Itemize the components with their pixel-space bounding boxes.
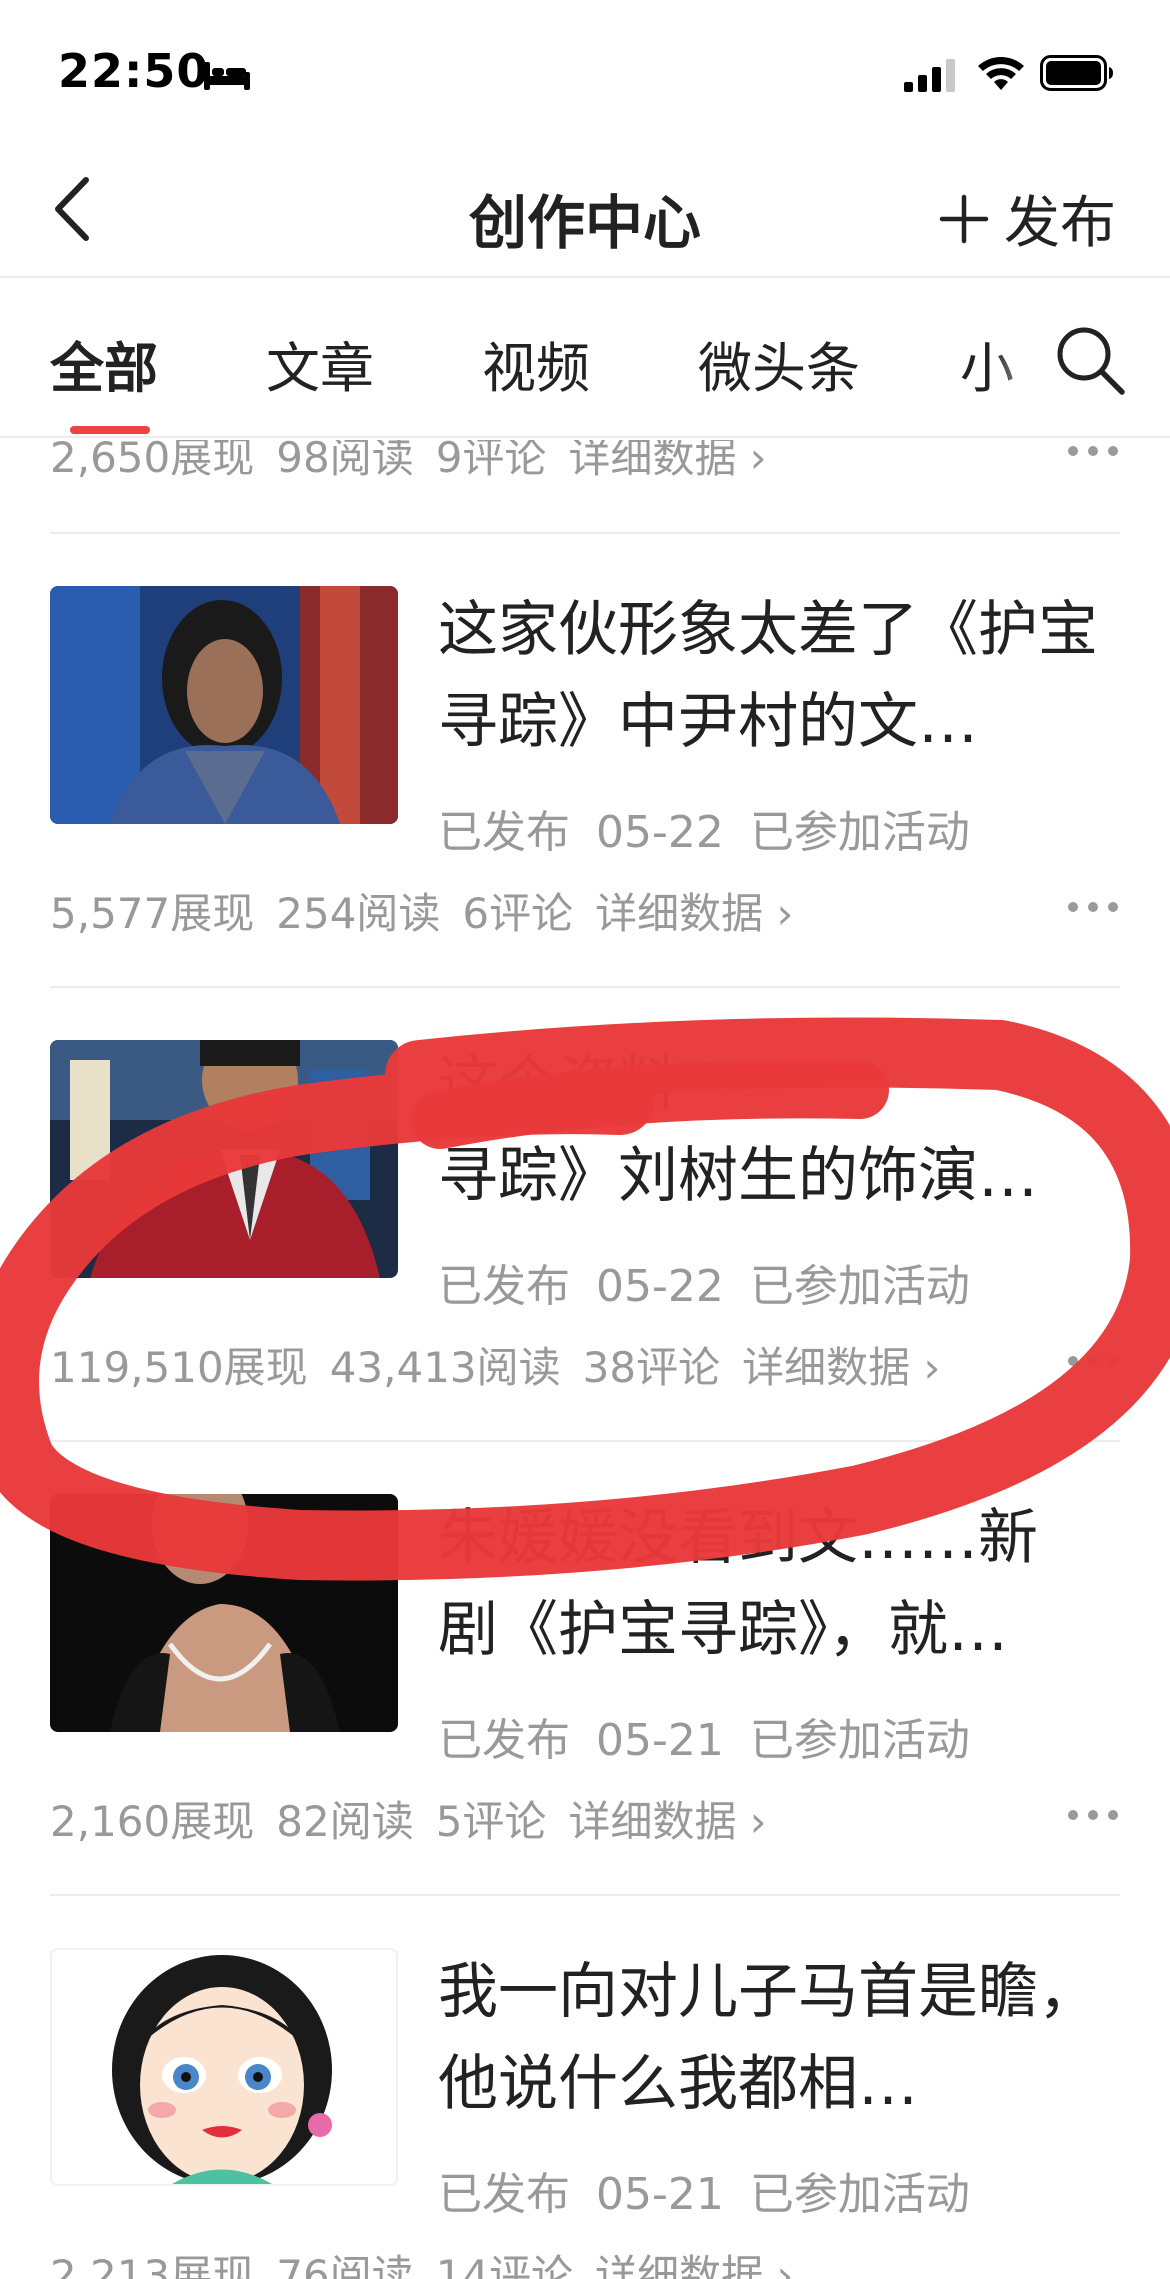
article-meta: 已发布 05-22 已参加活动 (438, 796, 996, 860)
views-count: 2,213展现 (50, 2251, 255, 2279)
tab-fade-overlay (990, 280, 1060, 436)
detail-data-link[interactable]: 详细数据 › (568, 440, 766, 482)
comments-count: 5评论 (435, 1797, 547, 1846)
reads-count: 76阅读 (276, 2251, 414, 2279)
tab-micro-headlines[interactable]: 微头条 (698, 324, 860, 403)
tab-all[interactable]: 全部 (50, 324, 158, 403)
activity-status: 已参加活动 (749, 807, 970, 858)
publish-status: 已发布 (438, 1261, 570, 1312)
activity-status: 已参加活动 (749, 1715, 970, 1766)
publish-date: 05-22 (596, 1261, 724, 1312)
tab-articles[interactable]: 文章 (266, 324, 374, 403)
title-line-2: 剧《护宝寻踪》，就… (438, 1595, 1008, 1665)
title-line-obscured: 这个资料 (438, 1049, 678, 1119)
activity-status: 已参加活动 (749, 2169, 970, 2220)
reads-count: 254阅读 (276, 889, 441, 938)
article-thumbnail[interactable] (50, 1494, 398, 1732)
article-title[interactable]: 这个资料 寻踪》刘树生的饰演… (438, 1038, 1118, 1222)
item-stats-row: 2,160展现 82阅读 5评论 详细数据 › (50, 1788, 1120, 1848)
more-options-icon[interactable] (1066, 444, 1120, 458)
search-icon[interactable] (1052, 322, 1126, 396)
status-bar: 22:50 (0, 0, 1170, 140)
publish-status: 已发布 (438, 1715, 570, 1766)
publish-button[interactable]: 发布 (938, 178, 1116, 259)
divider (50, 1894, 1120, 1896)
views-count: 2,160展现 (50, 1797, 255, 1846)
article-meta: 已发布 05-22 已参加活动 (438, 1250, 996, 1314)
reads-count: 98阅读 (276, 440, 414, 482)
views-count: 2,650展现 (50, 440, 255, 482)
publish-label: 发布 (1004, 191, 1116, 256)
wifi-icon (978, 57, 1024, 90)
publish-status: 已发布 (438, 807, 570, 858)
title-line-2: 寻踪》刘树生的饰演… (438, 1141, 1038, 1211)
publish-date: 05-21 (596, 1715, 724, 1766)
detail-data-link[interactable]: 详细数据 › (742, 1343, 940, 1392)
article-title[interactable]: 我一向对儿子马首是瞻，他说什么我都相… (438, 1946, 1118, 2130)
item-stats-row: 5,577展现 254阅读 6评论 详细数据 › (50, 880, 1120, 940)
tab-videos[interactable]: 视频 (482, 324, 590, 403)
detail-data-link[interactable]: 详细数据 › (595, 889, 793, 938)
article-meta: 已发布 05-21 已参加活动 (438, 1704, 996, 1768)
comments-count: 38评论 (582, 1343, 721, 1392)
article-thumbnail[interactable] (50, 1948, 398, 2186)
item-stats-row: 119,510展现 43,413阅读 38评论 详细数据 › (50, 1334, 1120, 1394)
publish-date: 05-21 (596, 2169, 724, 2220)
detail-data-link[interactable]: 详细数据 › (595, 2251, 793, 2279)
cellular-signal-icon (904, 59, 955, 92)
content-list: 2,650展现 98阅读 9评论 详细数据 › 这家伙形象太差了《护宝寻踪》中尹村的文… (0, 440, 1170, 2279)
item-stats-row: 2,650展现 98阅读 9评论 详细数据 › (50, 440, 1120, 484)
activity-status: 已参加活动 (749, 1261, 970, 1312)
title-line-1: 朱媛媛没看到文……新 (438, 1503, 1038, 1573)
publish-date: 05-22 (596, 807, 724, 858)
battery-icon (1040, 55, 1113, 91)
more-options-icon[interactable] (1066, 900, 1120, 914)
views-count: 119,510展现 (50, 1343, 308, 1392)
navigation-bar: 创作中心 发布 (0, 140, 1170, 278)
tab-bar: 全部 文章 视频 微头条 小 (0, 280, 1170, 438)
more-options-icon[interactable] (1066, 1354, 1120, 1368)
plus-icon (939, 194, 989, 243)
detail-data-link[interactable]: 详细数据 › (568, 1797, 766, 1846)
comments-count: 6评论 (462, 889, 574, 938)
article-meta: 已发布 05-21 已参加活动 (438, 2158, 996, 2222)
comments-count: 14评论 (435, 2251, 574, 2279)
publish-status: 已发布 (438, 2169, 570, 2220)
reads-count: 82阅读 (276, 1797, 414, 1846)
divider (50, 986, 1120, 988)
status-time: 22:50 (58, 44, 210, 98)
views-count: 5,577展现 (50, 889, 255, 938)
comments-count: 9评论 (435, 440, 547, 482)
active-tab-indicator (70, 426, 150, 434)
article-thumbnail[interactable] (50, 1040, 398, 1278)
divider (50, 1440, 1120, 1442)
article-title[interactable]: 这家伙形象太差了《护宝寻踪》中尹村的文… (438, 584, 1118, 768)
divider (50, 532, 1120, 534)
reads-count: 43,413阅读 (329, 1343, 561, 1392)
article-title[interactable]: 朱媛媛没看到文……新 剧《护宝寻踪》，就… (438, 1492, 1118, 1676)
article-thumbnail[interactable] (50, 586, 398, 824)
sleep-mode-icon (204, 62, 250, 90)
more-options-icon[interactable] (1066, 1808, 1120, 1822)
item-stats-row: 2,213展现 76阅读 14评论 详细数据 › (50, 2242, 1120, 2279)
